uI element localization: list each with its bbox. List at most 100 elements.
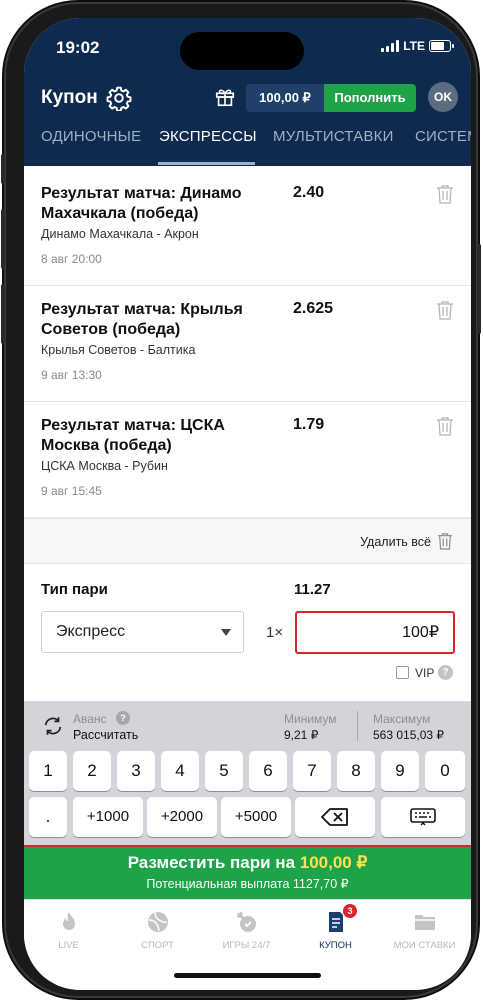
flame-icon	[63, 912, 75, 930]
trash-icon[interactable]	[436, 416, 454, 436]
nav-games[interactable]: ИГРЫ 24/7	[202, 900, 291, 960]
keyboard-toolbar: Аванс ? Рассчитать Минимум 9,21 ₽ Максим…	[24, 701, 471, 745]
nav-label: СПОРТ	[141, 940, 174, 951]
delete-all-row: Удалить всё	[24, 518, 471, 564]
key-8[interactable]: 8	[337, 751, 375, 791]
home-indicator[interactable]	[174, 973, 321, 978]
delete-all-button[interactable]: Удалить всё	[360, 535, 431, 549]
bet-teams: Крылья Советов - Балтика	[41, 343, 196, 357]
help-icon[interactable]: ?	[116, 711, 130, 725]
key-5[interactable]: 5	[205, 751, 243, 791]
games-icon	[236, 911, 256, 932]
bet-date: 8 авг 20:00	[41, 252, 102, 266]
power-button	[477, 244, 481, 334]
nav-live[interactable]: LIVE	[24, 900, 113, 960]
backspace-key[interactable]	[295, 797, 375, 837]
multiplier: 1×	[266, 624, 284, 641]
bet-item: Результат матча: Крылья Советов (победа)…	[24, 286, 471, 402]
trash-icon[interactable]	[436, 184, 454, 204]
volume-up-button	[1, 209, 5, 269]
bet-item: Результат матча: ЦСКА Москва (победа) 1.…	[24, 402, 471, 518]
key-1[interactable]: 1	[29, 751, 67, 791]
stake-input[interactable]: 100₽	[295, 611, 455, 654]
place-bet-label: Разместить пари на 100,00 ₽	[24, 853, 471, 873]
key-dot[interactable]: .	[29, 797, 67, 837]
bet-title: Результат матча: Крылья Советов (победа)	[41, 301, 243, 338]
max-value[interactable]: 563 015,03 ₽	[373, 728, 444, 742]
screen: 19:02 LTE Купон 100,00 ₽ Пополнить OK ОД…	[24, 18, 471, 990]
gift-icon[interactable]	[214, 86, 236, 108]
bet-teams: ЦСКА Москва - Рубин	[41, 459, 168, 473]
dynamic-island	[180, 32, 304, 70]
avans-label: Аванс	[73, 712, 107, 726]
total-odds: 11.27	[294, 581, 331, 598]
quick-stake-5000[interactable]: +5000	[221, 797, 291, 837]
bet-type-tabs: ОДИНОЧНЫЕ ЭКСПРЕССЫ МУЛЬТИСТАВКИ СИСТЕМ	[24, 122, 471, 166]
key-4[interactable]: 4	[161, 751, 199, 791]
status-time: 19:02	[56, 38, 100, 57]
nav-my-bets[interactable]: МОИ СТАВКИ	[380, 900, 469, 960]
signal-icon	[381, 40, 400, 52]
key-2[interactable]: 2	[73, 751, 111, 791]
help-icon[interactable]: ?	[438, 665, 453, 680]
nav-coupon[interactable]: 3 КУПОН	[291, 900, 380, 960]
vip-checkbox[interactable]	[396, 666, 409, 679]
balance-display: 100,00 ₽	[246, 84, 324, 112]
quick-stake-2000[interactable]: +2000	[147, 797, 217, 837]
header-row: Купон 100,00 ₽ Пополнить OK	[24, 82, 471, 114]
trash-icon[interactable]	[437, 531, 453, 551]
bet-date: 9 авг 13:30	[41, 368, 102, 382]
key-3[interactable]: 3	[117, 751, 155, 791]
bet-title: Результат матча: ЦСКА Москва (победа)	[41, 417, 225, 454]
bet-odds: 2.40	[293, 184, 325, 201]
numeric-keyboard: Аванс ? Рассчитать Минимум 9,21 ₽ Максим…	[24, 701, 471, 845]
nav-label: ИГРЫ 24/7	[222, 940, 271, 951]
bet-type-label: Тип пари	[41, 581, 108, 598]
active-tab-indicator	[158, 162, 255, 165]
bet-teams: Динамо Махачкала - Акрон	[41, 227, 199, 241]
bet-type-select[interactable]: Экспресс	[41, 611, 244, 653]
bet-title: Результат матча: Динамо Махачкала (побед…	[41, 185, 242, 222]
place-bet-amount: 100,00 ₽	[299, 853, 368, 872]
gear-icon[interactable]	[106, 85, 132, 111]
tab-singles[interactable]: ОДИНОЧНЫЕ	[41, 128, 141, 145]
trash-icon[interactable]	[436, 300, 454, 320]
bet-date: 9 авг 15:45	[41, 484, 102, 498]
coupon-count-badge: 3	[343, 904, 357, 918]
min-label: Минимум	[284, 712, 337, 726]
key-0[interactable]: 0	[425, 751, 465, 791]
nav-label: КУПОН	[319, 940, 352, 951]
tab-systems[interactable]: СИСТЕМ	[415, 128, 471, 145]
dropdown-arrow-icon	[221, 629, 231, 636]
max-label: Максимум	[373, 712, 431, 726]
min-value[interactable]: 9,21 ₽	[284, 728, 318, 742]
calculate-button[interactable]: Рассчитать	[73, 728, 138, 742]
quick-stake-1000[interactable]: +1000	[73, 797, 143, 837]
backspace-icon	[321, 808, 348, 826]
key-9[interactable]: 9	[381, 751, 419, 791]
key-6[interactable]: 6	[249, 751, 287, 791]
tab-multibets[interactable]: МУЛЬТИСТАВКИ	[273, 128, 394, 145]
bet-odds: 1.79	[293, 416, 325, 433]
status-indicators: LTE	[381, 39, 454, 53]
place-bet-button[interactable]: Разместить пари на 100,00 ₽ Потенциальна…	[24, 845, 471, 899]
phone-frame: 19:02 LTE Купон 100,00 ₽ Пополнить OK ОД…	[1, 4, 481, 996]
ball-icon	[148, 912, 168, 932]
keyboard-toggle-key[interactable]	[381, 797, 465, 837]
place-bet-text: Разместить пари на	[127, 853, 296, 872]
side-button	[1, 154, 5, 184]
potential-payout: Потенциальная выплата 1127,70 ₽	[146, 877, 349, 891]
key-7[interactable]: 7	[293, 751, 331, 791]
tab-express[interactable]: ЭКСПРЕССЫ	[159, 128, 257, 145]
volume-down-button	[1, 284, 5, 344]
bet-type-value: Экспресс	[56, 623, 126, 640]
nav-label: LIVE	[58, 940, 79, 951]
refresh-icon[interactable]	[42, 715, 64, 737]
network-type: LTE	[403, 39, 425, 53]
bet-item: Результат матча: Динамо Махачкала (побед…	[24, 170, 471, 286]
topup-button[interactable]: Пополнить	[324, 84, 416, 112]
avatar[interactable]: OK	[428, 82, 458, 112]
nav-sport[interactable]: СПОРТ	[113, 900, 202, 960]
battery-icon	[429, 40, 454, 52]
bet-odds: 2.625	[293, 300, 334, 317]
